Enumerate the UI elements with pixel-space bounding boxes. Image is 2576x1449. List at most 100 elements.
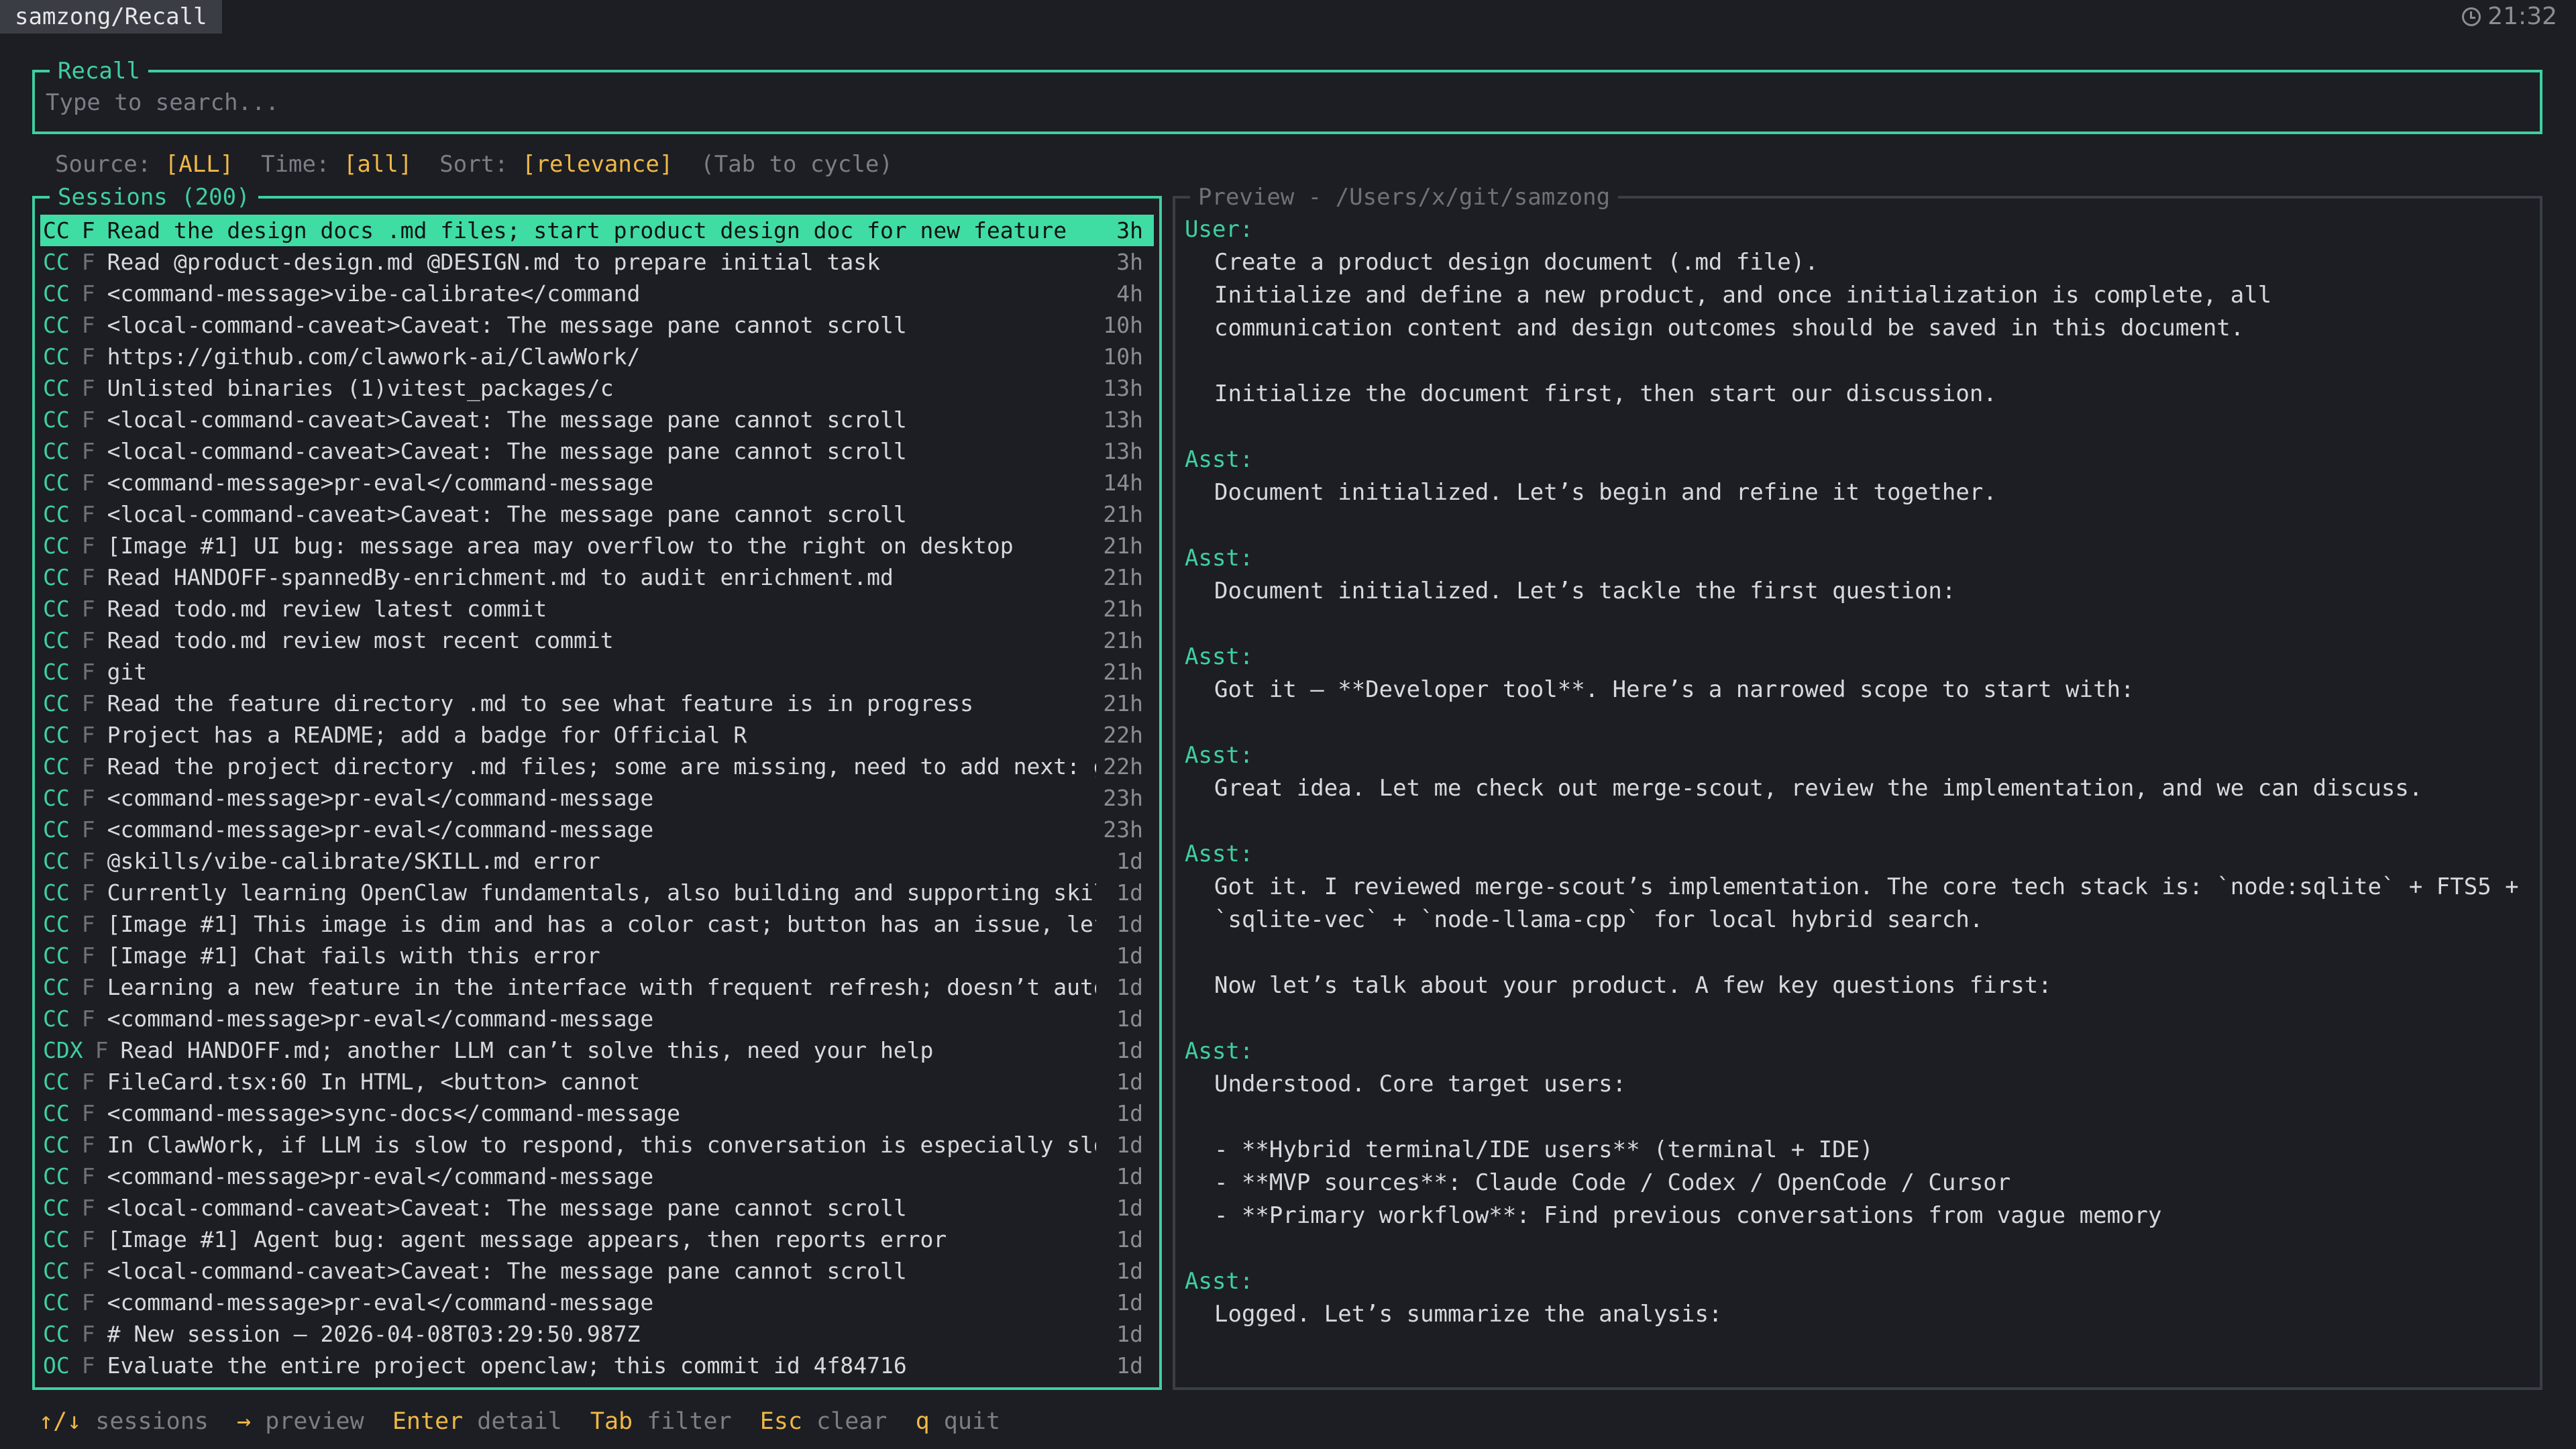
session-flag: F: [81, 1163, 95, 1189]
message-line: [1185, 1101, 2526, 1134]
session-source: CC: [43, 470, 70, 496]
session-flag: F: [81, 596, 95, 622]
session-age: 1d: [1116, 879, 1143, 906]
session-title: [Image #1] This image is dim and has a c…: [107, 911, 1096, 937]
session-flag: F: [81, 438, 95, 464]
session-title: <command-message>pr-eval</command-messag…: [107, 470, 654, 496]
preview-message: Asst: Understood. Core target users: - **H…: [1185, 1035, 2526, 1232]
session-source: CC: [43, 533, 70, 559]
session-title: Read the design docs .md files; start pr…: [107, 217, 1067, 244]
session-row[interactable]: CDX F Read HANDOFF.md; another LLM can’t s…: [40, 1034, 1154, 1066]
session-title: Read todo.md review latest commit: [107, 596, 547, 622]
session-title: <command-message>pr-eval</command-messag…: [107, 1006, 654, 1032]
session-age: 1d: [1116, 1226, 1143, 1252]
session-source: OC: [43, 1352, 70, 1379]
session-row[interactable]: CC F <local-command-caveat>Caveat: The mes…: [40, 435, 1154, 467]
message-role: User:: [1185, 216, 1254, 243]
session-title: <local-command-caveat>Caveat: The messag…: [107, 407, 907, 433]
session-source: CC: [43, 1321, 70, 1347]
session-flag: F: [81, 564, 95, 590]
preview-message: Asst: Document initialized. Let’s begin a…: [1185, 443, 2526, 509]
session-row[interactable]: CC F <local-command-caveat>Caveat: The mes…: [40, 404, 1154, 435]
search-box[interactable]: Recall: [32, 58, 2542, 134]
session-row[interactable]: CC F Read todo.md review latest commit 21h: [40, 593, 1154, 625]
session-row[interactable]: CC F <command-message>pr-eval</command-mes…: [40, 1003, 1154, 1034]
session-row[interactable]: CC F [Image #1] Chat fails with this error…: [40, 940, 1154, 971]
session-row[interactable]: CC F Read @product-design.md @DESIGN.md to…: [40, 246, 1154, 278]
filter-bar: Source: [ALL] Time: [all] Sort: [relevan…: [55, 149, 893, 180]
session-row[interactable]: CC F Project has a README; add a badge for…: [40, 719, 1154, 751]
session-row[interactable]: CC F [Image #1] Agent bug: agent message a…: [40, 1224, 1154, 1255]
source-filter-label: Source:: [55, 151, 152, 178]
sort-filter-value[interactable]: [relevance]: [522, 151, 673, 178]
session-source: CC: [43, 407, 70, 433]
session-row[interactable]: CC F FileCard.tsx:60 In HTML, <button> can…: [40, 1066, 1154, 1097]
session-row[interactable]: CC F <command-message>sync-docs</command-m…: [40, 1097, 1154, 1129]
session-row[interactable]: CC F <command-message>vibe-calibrate</comm…: [40, 278, 1154, 309]
preview-message: Asst: Document initialized. Let’s tackle …: [1185, 542, 2526, 608]
session-flag: F: [81, 1069, 95, 1095]
session-title: Read HANDOFF.md; another LLM can’t solve…: [120, 1037, 934, 1063]
session-flag: F: [81, 501, 95, 527]
footer-action: sessions: [95, 1408, 209, 1435]
time-filter-value[interactable]: [all]: [343, 151, 412, 178]
session-age: 1d: [1116, 1163, 1143, 1189]
session-row[interactable]: CC F <command-message>pr-eval</command-mes…: [40, 1287, 1154, 1318]
message-line: Great idea. Let me check out merge-scout…: [1214, 775, 2423, 802]
search-input[interactable]: [44, 89, 2529, 117]
session-source: CC: [43, 1069, 70, 1095]
message-line: [1185, 345, 2526, 378]
session-age: 3h: [1116, 217, 1143, 244]
session-row[interactable]: CC F @skills/vibe-calibrate/SKILL.md error…: [40, 845, 1154, 877]
message-line: Logged. Let’s summarize the analysis:: [1214, 1301, 1723, 1328]
session-row[interactable]: CC F [Image #1] This image is dim and has …: [40, 908, 1154, 940]
session-age: 23h: [1103, 785, 1143, 811]
clock-time: 21:32: [2487, 3, 2557, 30]
session-age: 22h: [1103, 753, 1143, 780]
session-source: CC: [43, 753, 70, 780]
session-age: 23h: [1103, 816, 1143, 843]
session-row[interactable]: CC F <command-message>pr-eval</command-mes…: [40, 467, 1154, 498]
session-row[interactable]: CC F In ClawWork, if LLM is slow to respon…: [40, 1129, 1154, 1161]
session-title: [Image #1] Agent bug: agent message appe…: [107, 1226, 947, 1252]
session-row[interactable]: CC F Learning a new feature in the interfa…: [40, 971, 1154, 1003]
session-row[interactable]: CC Fgit 21h: [40, 656, 1154, 688]
message-role: Asst:: [1185, 742, 1254, 769]
session-flag: F: [81, 217, 95, 244]
footer-action: clear: [816, 1408, 888, 1435]
session-source: CC: [43, 343, 70, 370]
session-row[interactable]: CC F <local-command-caveat>Caveat: The mes…: [40, 1192, 1154, 1224]
session-row[interactable]: CC Fhttps://github.com/clawwork-ai/ClawWo…: [40, 341, 1154, 372]
session-row[interactable]: OC F Evaluate the entire project openclaw;…: [40, 1350, 1154, 1381]
session-row[interactable]: CC F <command-message>pr-eval</command-mes…: [40, 1161, 1154, 1192]
session-row[interactable]: CC F Read HANDOFF-spannedBy-enrichment.md …: [40, 561, 1154, 593]
session-source: CC: [43, 312, 70, 338]
session-row[interactable]: CC F Read the feature directory .md to see…: [40, 688, 1154, 719]
session-row[interactable]: CC F <local-command-caveat>Caveat: The mes…: [40, 1255, 1154, 1287]
session-row[interactable]: CC F Read the design docs .md files; start…: [40, 215, 1154, 246]
footer-action: filter: [647, 1408, 732, 1435]
session-title: Unlisted binaries (1)vitest_packages/c: [107, 375, 614, 401]
session-row[interactable]: CC F [Image #1] UI bug: message area may o…: [40, 530, 1154, 561]
session-age: 13h: [1103, 407, 1143, 433]
session-row[interactable]: CC F Currently learning OpenClaw fundament…: [40, 877, 1154, 908]
session-flag: F: [81, 470, 95, 496]
session-row[interactable]: CC F # New session — 2026-04-08T03:29:50.9…: [40, 1318, 1154, 1350]
search-box-label: Recall: [50, 58, 148, 85]
session-row[interactable]: CC F Unlisted binaries (1)vitest_packages/…: [40, 372, 1154, 404]
session-age: 1d: [1116, 1100, 1143, 1126]
session-age: 1d: [1116, 911, 1143, 937]
source-filter-value[interactable]: [ALL]: [165, 151, 233, 178]
session-source: CC: [43, 1163, 70, 1189]
session-row[interactable]: CC F Read the project directory .md files;…: [40, 751, 1154, 782]
session-row[interactable]: CC F <command-message>pr-eval</command-mes…: [40, 782, 1154, 814]
session-age: 1d: [1116, 1321, 1143, 1347]
session-row[interactable]: CC F <command-message>pr-eval</command-mes…: [40, 814, 1154, 845]
session-age: 10h: [1103, 343, 1143, 370]
session-row[interactable]: CC F Read todo.md review most recent commi…: [40, 625, 1154, 656]
session-row[interactable]: CC F <local-command-caveat>Caveat: The mes…: [40, 498, 1154, 530]
session-row[interactable]: CC F <local-command-caveat>Caveat: The mes…: [40, 309, 1154, 341]
preview-message: Asst: Got it. I reviewed merge-scout’s im…: [1185, 838, 2526, 1002]
preview-message: Asst: Logged. Let’s summarize the analysi…: [1185, 1265, 2526, 1331]
session-title: FileCard.tsx:60 In HTML, <button> cannot: [107, 1069, 641, 1095]
